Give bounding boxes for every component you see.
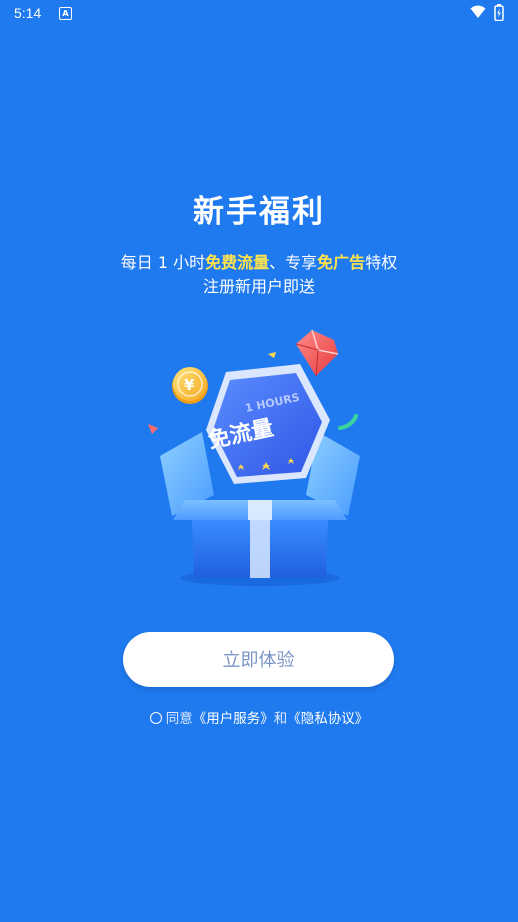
status-bar: 5:14 A xyxy=(0,0,518,28)
gift-box-illustration: 1 HOURS 免流量 ¥ xyxy=(148,329,360,586)
subtitle-text: 、专享 xyxy=(269,253,318,272)
svg-text:¥: ¥ xyxy=(184,376,195,394)
agree-prefix: 同意 xyxy=(165,711,193,727)
battery-icon xyxy=(494,4,504,21)
privacy-policy-link[interactable]: 《隐私协议》 xyxy=(287,711,368,727)
coin-icon: ¥ xyxy=(172,367,208,404)
subtitle-line-2: 注册新用户即送 xyxy=(202,277,315,296)
subtitle: 每日 1 小时免费流量、专享免广告特权 xyxy=(0,249,518,273)
try-now-button[interactable]: 立即体验 xyxy=(123,632,394,687)
no-ads-highlight: 免广告 xyxy=(317,253,366,272)
subtitle-text: 特权 xyxy=(365,253,398,272)
free-traffic-highlight: 免费流量 xyxy=(205,253,270,272)
status-time: 5:14 xyxy=(14,5,42,21)
user-service-link[interactable]: 《用户服务》 xyxy=(193,711,274,727)
free-traffic-badge: 1 HOURS 免流量 xyxy=(206,364,330,484)
agreement-row: 同意《用户服务》和《隐私协议》 xyxy=(0,707,518,727)
agree-radio[interactable] xyxy=(149,712,162,724)
page-title: 新手福利 xyxy=(193,194,325,230)
subtitle-text: 每日 1 小时 xyxy=(120,253,206,272)
wifi-icon xyxy=(470,5,486,18)
notification-a-icon: A xyxy=(59,7,72,20)
agree-conjunction: 和 xyxy=(273,711,288,727)
